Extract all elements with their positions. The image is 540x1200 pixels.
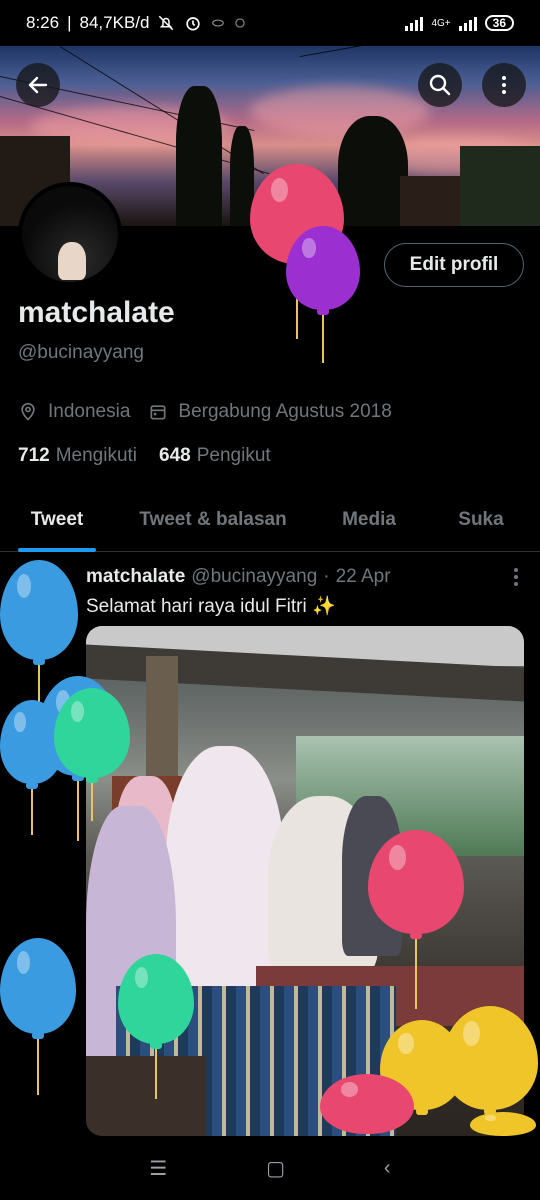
tab-media[interactable]: Media xyxy=(338,488,400,552)
signal-icon-2 xyxy=(458,15,477,31)
status-time: 8:26 xyxy=(26,13,60,32)
followers-link[interactable]: 648 Pengikut xyxy=(159,445,271,467)
recent-apps-icon[interactable]: ☰ xyxy=(149,1156,167,1181)
status-bar: 8:26 | 84,7KB/d 4G+ 36 xyxy=(0,0,540,46)
following-link[interactable]: 712 Mengikuti xyxy=(18,445,137,467)
profile-display-name: matchalate xyxy=(18,296,175,329)
status-network-speed: 84,7KB/d xyxy=(79,13,150,32)
tweet-separator: · xyxy=(323,566,330,587)
balloon-purple xyxy=(286,226,360,363)
profile-tabs: Tweet Tweet & balasan Media Suka xyxy=(0,488,540,552)
balloon-pink xyxy=(368,830,464,1009)
back-nav-icon[interactable]: ‹ xyxy=(384,1157,391,1180)
search-icon xyxy=(429,74,451,96)
more-button[interactable] xyxy=(482,63,526,107)
location-pin-icon xyxy=(21,402,35,421)
home-icon[interactable]: ▢ xyxy=(266,1156,285,1181)
edit-profile-button[interactable]: Edit profil xyxy=(384,243,524,287)
following-label: Mengikuti xyxy=(55,445,138,466)
search-button[interactable] xyxy=(418,63,462,107)
battery-indicator: 36 xyxy=(484,15,514,31)
tab-tweet[interactable]: Tweet xyxy=(18,488,96,552)
profile-joined-date: Bergabung Agustus 2018 xyxy=(178,401,392,422)
profile-handle: @bucinayyang xyxy=(18,342,144,363)
system-navigation-bar: ☰ ▢ ‹ xyxy=(0,1136,540,1200)
eye-icon xyxy=(212,19,225,27)
more-vertical-icon xyxy=(502,76,506,94)
balloon-pink xyxy=(320,1074,414,1134)
profile-location: Indonesia xyxy=(48,401,131,422)
balloon-green xyxy=(54,688,130,821)
calendar-icon xyxy=(150,405,166,420)
avatar-figure xyxy=(58,242,86,280)
followers-label: Pengikut xyxy=(196,445,271,466)
back-button[interactable] xyxy=(16,63,60,107)
following-count: 712 xyxy=(18,445,50,466)
arrow-left-icon xyxy=(28,76,48,94)
tweet-author-name[interactable]: matchalate xyxy=(86,566,185,588)
alarm-icon xyxy=(186,17,201,31)
balloon-yellow xyxy=(442,1006,538,1115)
sync-icon xyxy=(235,18,246,28)
follow-stats: 712 Mengikuti 648 Pengikut xyxy=(18,445,293,467)
tweet-author-handle: @bucinayyang xyxy=(191,566,318,587)
tab-suka[interactable]: Suka xyxy=(456,488,506,552)
tweet-date[interactable]: 22 Apr xyxy=(336,566,391,588)
bell-off-icon xyxy=(159,15,174,31)
profile-meta: Indonesia Bergabung Agustus 2018 xyxy=(18,401,410,423)
tweet-header: matchalate @bucinayyang · 22 Apr xyxy=(86,566,391,588)
balloon-yellow xyxy=(470,1112,536,1136)
balloon-green xyxy=(118,954,194,1099)
tweet-more-icon[interactable] xyxy=(514,568,518,586)
network-type: 4G+ xyxy=(431,17,451,29)
balloon-blue xyxy=(0,938,76,1095)
profile-avatar[interactable] xyxy=(18,182,122,286)
signal-icon xyxy=(405,15,424,31)
tweet-text: Selamat hari raya idul Fitri ✨ xyxy=(86,596,336,617)
followers-count: 648 xyxy=(159,445,191,466)
tab-tweet-balasan[interactable]: Tweet & balasan xyxy=(132,488,294,552)
